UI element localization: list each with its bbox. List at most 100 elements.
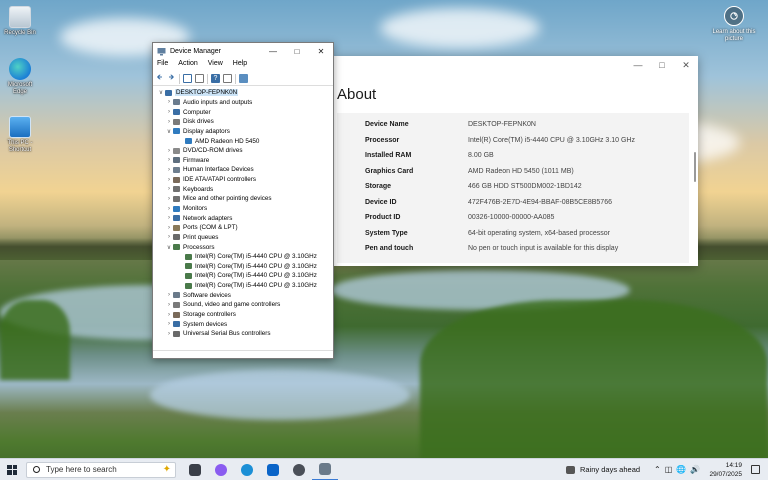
title-bar[interactable]: Device Manager — □ ✕ — [153, 43, 333, 60]
weather-widget[interactable]: Rainy days ahead — [566, 465, 640, 474]
chevron-right-icon[interactable]: › — [165, 206, 173, 212]
tree-category[interactable]: › Audio inputs and outputs — [155, 98, 331, 108]
back-arrow-icon[interactable]: 🡸 — [155, 74, 164, 83]
network-icon[interactable]: ◫ — [665, 465, 673, 474]
taskbar-app[interactable] — [260, 459, 286, 480]
desktop-icon-recycle-bin[interactable]: Recycle Bin — [0, 6, 40, 37]
chevron-right-icon[interactable]: › — [165, 99, 173, 105]
chevron-right-icon[interactable]: › — [165, 215, 173, 221]
taskbar-app[interactable] — [182, 459, 208, 480]
taskbar-app[interactable] — [208, 459, 234, 480]
menu-help[interactable]: Help — [233, 60, 247, 72]
tree-device[interactable]: Intel(R) Core(TM) i5-4440 CPU @ 3.10GHz — [155, 271, 331, 281]
spec-row: Pen and touch No pen or touch input is av… — [365, 245, 618, 252]
tree-category[interactable]: › Human Interface Devices — [155, 165, 331, 175]
chevron-right-icon[interactable]: › — [165, 177, 173, 183]
tree-label: Intel(R) Core(TM) i5-4440 CPU @ 3.10GHz — [195, 262, 317, 270]
chevron-right-icon[interactable]: › — [165, 186, 173, 192]
close-icon[interactable]: ✕ — [309, 47, 333, 56]
tree-category[interactable]: › Print queues — [155, 233, 331, 243]
tree-category[interactable]: › Computer — [155, 107, 331, 117]
chevron-down-icon[interactable]: ∨ — [157, 89, 165, 96]
chevron-right-icon[interactable]: › — [165, 109, 173, 115]
menu-view[interactable]: View — [208, 60, 223, 72]
tree-device[interactable]: Intel(R) Core(TM) i5-4440 CPU @ 3.10GHz — [155, 281, 331, 291]
taskbar-app[interactable] — [312, 459, 338, 480]
tree-category[interactable]: › Mice and other pointing devices — [155, 194, 331, 204]
scan-hardware-icon[interactable] — [239, 74, 248, 83]
start-button[interactable] — [0, 464, 24, 475]
spec-row: Installed RAM 8.00 GB — [365, 152, 494, 159]
tree-device[interactable]: Intel(R) Core(TM) i5-4440 CPU @ 3.10GHz — [155, 252, 331, 262]
device-category-icon — [173, 205, 180, 212]
chevron-right-icon[interactable]: › — [165, 321, 173, 327]
desktop-icon-edge[interactable]: Microsoft Edge — [0, 58, 40, 96]
minimize-icon[interactable]: — — [261, 47, 285, 56]
tree-category[interactable]: › Ports (COM & LPT) — [155, 223, 331, 233]
tree-label: Universal Serial Bus controllers — [183, 330, 271, 338]
language-icon[interactable]: 🌐 — [676, 465, 686, 474]
scrollbar-thumb[interactable] — [694, 152, 696, 182]
spec-key: Storage — [365, 183, 392, 190]
spec-value: 466 GB HDD ST500DM002-1BD142 — [468, 183, 582, 190]
window-controls: — □ ✕ — [261, 47, 333, 56]
chevron-right-icon[interactable]: › — [165, 234, 173, 240]
tree-category[interactable]: › Sound, video and game controllers — [155, 300, 331, 310]
close-icon[interactable]: ✕ — [674, 56, 698, 74]
properties-icon[interactable] — [223, 74, 232, 83]
chevron-right-icon[interactable]: › — [165, 148, 173, 154]
menu-file[interactable]: File — [157, 60, 168, 72]
list-view-icon[interactable] — [195, 74, 204, 83]
search-box[interactable]: Type here to search ✦ — [26, 461, 176, 478]
tree-category[interactable]: › Software devices — [155, 290, 331, 300]
chevron-up-icon[interactable]: ⌃ — [654, 465, 661, 474]
search-highlight-icon[interactable]: ✦ — [163, 464, 171, 475]
desktop-icon-label: Microsoft Edge — [7, 82, 33, 95]
tree-category[interactable]: › Disk drives — [155, 117, 331, 127]
chevron-right-icon[interactable]: › — [165, 167, 173, 173]
chevron-right-icon[interactable]: › — [165, 331, 173, 337]
notifications-icon[interactable] — [751, 465, 760, 474]
maximize-icon[interactable]: □ — [285, 47, 309, 56]
taskbar-app[interactable] — [286, 459, 312, 480]
chevron-right-icon[interactable]: › — [165, 196, 173, 202]
tree-label: Audio inputs and outputs — [183, 98, 253, 106]
chevron-right-icon[interactable]: › — [165, 225, 173, 231]
chevron-down-icon[interactable]: ∨ — [165, 244, 173, 251]
menu-action[interactable]: Action — [178, 60, 197, 72]
chevron-down-icon[interactable]: ∨ — [165, 128, 173, 135]
tree-category[interactable]: ∨ Processors — [155, 242, 331, 252]
chevron-right-icon[interactable]: › — [165, 312, 173, 318]
tree-category[interactable]: › Universal Serial Bus controllers — [155, 329, 331, 339]
tree-category[interactable]: › Keyboards — [155, 184, 331, 194]
spec-value: 472F476B-2E7D-4E94-BBAF-08B5CE8B5766 — [468, 198, 612, 206]
tree-category[interactable]: › Storage controllers — [155, 310, 331, 320]
spec-value: No pen or touch input is available for t… — [468, 245, 619, 252]
chevron-right-icon[interactable]: › — [165, 157, 173, 163]
learn-about-picture[interactable]: Learn about this picture — [706, 6, 762, 43]
tree-category[interactable]: › System devices — [155, 319, 331, 329]
minimize-icon[interactable]: — — [626, 56, 650, 74]
tree-category[interactable]: › Monitors — [155, 204, 331, 214]
tree-category[interactable]: › Network adapters — [155, 213, 331, 223]
desktop-icon-this-pc[interactable]: This PC - Shortcut — [0, 116, 40, 154]
chevron-right-icon[interactable]: › — [165, 302, 173, 308]
maximize-icon[interactable]: □ — [650, 56, 674, 74]
tree-device[interactable]: Intel(R) Core(TM) i5-4440 CPU @ 3.10GHz — [155, 262, 331, 272]
show-hide-tree-icon[interactable] — [183, 74, 192, 83]
search-icon — [33, 466, 40, 473]
tree-category[interactable]: › Firmware — [155, 155, 331, 165]
help-icon[interactable]: ? — [211, 74, 220, 83]
tree-category[interactable]: › DVD/CD-ROM drives — [155, 146, 331, 156]
clock[interactable]: 14:19 29/07/2025 — [709, 461, 742, 479]
taskbar-app[interactable] — [234, 459, 260, 480]
system-tray: ⌃ ◫ 🌐 🔊 — [654, 465, 700, 474]
tree-root[interactable]: ∨ DESKTOP-FEPNK0N — [155, 88, 331, 98]
tree-category[interactable]: › IDE ATA/ATAPI controllers — [155, 175, 331, 185]
volume-icon[interactable]: 🔊 — [690, 465, 700, 474]
tree-device[interactable]: AMD Radeon HD 5450 — [155, 136, 331, 146]
tree-category[interactable]: ∨ Display adaptors — [155, 127, 331, 137]
chevron-right-icon[interactable]: › — [165, 292, 173, 298]
chevron-right-icon[interactable]: › — [165, 119, 173, 125]
forward-arrow-icon[interactable]: 🡺 — [167, 74, 176, 83]
